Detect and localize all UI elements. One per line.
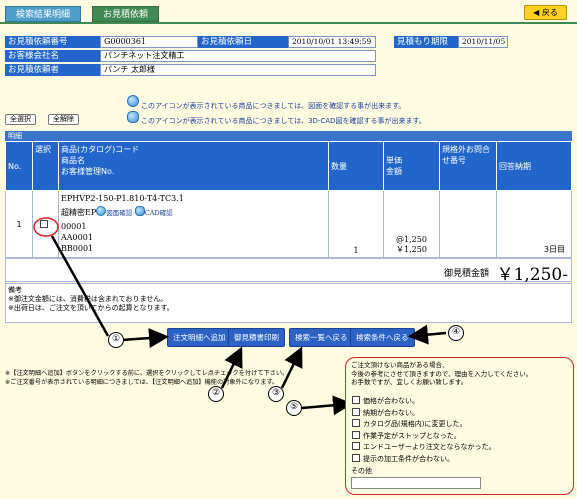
reason-option-label: 作業予定がストップとなった。 [363, 431, 461, 440]
callout-1: ① [108, 332, 124, 348]
other-reason-input[interactable] [351, 477, 481, 489]
reason-option-label: エンドユーザーより注文とならなかった。 [363, 443, 496, 451]
arrow-2 [220, 346, 243, 389]
reason-option[interactable]: 作業予定がストップとなった。 [352, 430, 496, 443]
callout-2: ② [208, 386, 224, 402]
arrow-4 [408, 324, 447, 345]
reason-options: 価格が合わない。 納期が合わない。 カタログ品(規格内)に変更した。 作業予定が… [352, 396, 496, 465]
callout-5: ⑤ [286, 400, 302, 416]
reason-option[interactable]: 納期が合わない。 [352, 407, 496, 420]
arrow-5 [301, 395, 353, 416]
reason-option-label: カタログ品(規格内)に変更した。 [363, 420, 467, 428]
reason-checkbox[interactable] [352, 419, 360, 427]
callout-3: ③ [268, 386, 284, 402]
callout-4: ④ [448, 325, 464, 341]
select-highlight-circle [33, 217, 59, 237]
cancel-reason-box: ご注文頂けない商品がある場合、 今後の参考にさせて頂きますので、理由を入力してく… [345, 357, 574, 495]
reason-option-label: 価格が合わない。 [363, 397, 419, 405]
reason-intro-line-1: ご注文頂けない商品がある場合、 [351, 361, 449, 369]
reason-checkbox[interactable] [352, 453, 360, 462]
reason-option-label: 納期が合わない。 [363, 408, 419, 417]
arrow-3 [280, 346, 303, 389]
reason-option[interactable]: 提示の加工条件が合わない。 [352, 453, 496, 466]
reason-checkbox[interactable] [352, 407, 360, 416]
reason-intro-line-3: お手数ですが、宜しくお願い致します。 [351, 378, 468, 386]
reason-intro-line-2: 今後の参考にさせて頂きますので、理由を入力してください。 [351, 369, 533, 378]
other-label: その他 [351, 467, 372, 475]
arrow-1 [121, 328, 169, 349]
reason-option-label: 提示の加工条件が合わない。 [363, 454, 454, 463]
reason-checkbox[interactable] [352, 430, 360, 439]
reason-intro: ご注文頂けない商品がある場合、 今後の参考にさせて頂きますので、理由を入力してく… [351, 361, 532, 387]
arrow-1-tail [50, 235, 110, 337]
reason-option[interactable]: 価格が合わない。 [352, 396, 496, 408]
reason-checkbox[interactable] [352, 396, 360, 404]
reason-option[interactable]: カタログ品(規格内)に変更した。 [352, 419, 496, 431]
reason-option[interactable]: エンドユーザーより注文とならなかった。 [352, 442, 496, 454]
reason-checkbox[interactable] [352, 442, 360, 450]
